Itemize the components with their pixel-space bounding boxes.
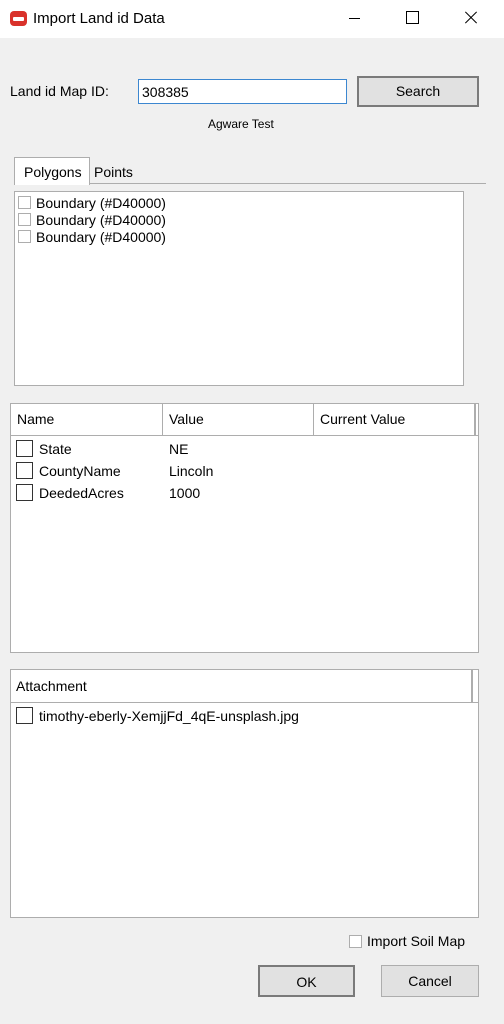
attribute-name: CountyName: [39, 463, 121, 479]
attribute-name: State: [39, 441, 72, 457]
column-header-attachment[interactable]: Attachment: [11, 670, 473, 703]
map-id-label: Land id Map ID:: [10, 83, 109, 99]
column-header-current-value[interactable]: Current Value: [314, 404, 476, 436]
polygon-label: Boundary (#D40000): [36, 194, 166, 211]
row-checkbox[interactable]: [16, 462, 33, 479]
window-title: Import Land id Data: [33, 10, 165, 27]
polygon-checkbox[interactable]: [18, 213, 31, 226]
polygon-checkbox[interactable]: [18, 196, 31, 209]
polygon-checkbox[interactable]: [18, 230, 31, 243]
grid-header: Name Value Current Value: [11, 404, 478, 436]
polygon-label: Boundary (#D40000): [36, 228, 166, 245]
attribute-value: 1000: [169, 485, 201, 501]
import-soil-map-label: Import Soil Map: [367, 933, 466, 949]
attribute-value: NE: [169, 441, 189, 457]
attachment-filename: timothy-eberly-XemjjFd_4qE-unsplash.jpg: [39, 708, 299, 724]
column-header-name[interactable]: Name: [11, 404, 163, 436]
ok-button[interactable]: OK: [258, 965, 355, 997]
attachment-header: Attachment: [11, 670, 478, 703]
polygon-label: Boundary (#D40000): [36, 211, 166, 228]
app-logo-icon: [10, 11, 27, 26]
attribute-name: DeededAcres: [39, 485, 124, 501]
row-checkbox[interactable]: [16, 440, 33, 457]
attribute-value: Lincoln: [169, 463, 214, 479]
map-id-input[interactable]: [138, 79, 347, 104]
attribute-grid: Name Value Current Value State NE County…: [10, 403, 479, 653]
cancel-button[interactable]: Cancel: [381, 965, 479, 997]
polygon-item[interactable]: Boundary (#D40000): [18, 228, 166, 245]
title-bar: Import Land id Data: [0, 0, 504, 38]
import-soil-map-checkbox[interactable]: [349, 934, 362, 948]
maximize-button[interactable]: [389, 0, 435, 38]
polygon-item[interactable]: Boundary (#D40000): [18, 194, 166, 211]
column-header-value[interactable]: Value: [163, 404, 314, 436]
search-button[interactable]: Search: [357, 76, 479, 107]
minimize-button[interactable]: [331, 0, 377, 38]
attachment-list: Attachment timothy-eberly-XemjjFd_4qE-un…: [10, 669, 479, 918]
close-button[interactable]: [447, 0, 493, 38]
tab-polygons[interactable]: Polygons: [14, 157, 90, 185]
row-checkbox[interactable]: [16, 484, 33, 501]
import-soil-map-option[interactable]: Import Soil Map: [349, 933, 465, 949]
attachment-checkbox[interactable]: [16, 707, 33, 724]
account-name-label: Agware Test: [208, 117, 274, 131]
tab-points[interactable]: Points: [93, 158, 143, 185]
polygon-list: Boundary (#D40000) Boundary (#D40000) Bo…: [14, 191, 464, 386]
polygon-item[interactable]: Boundary (#D40000): [18, 211, 166, 228]
